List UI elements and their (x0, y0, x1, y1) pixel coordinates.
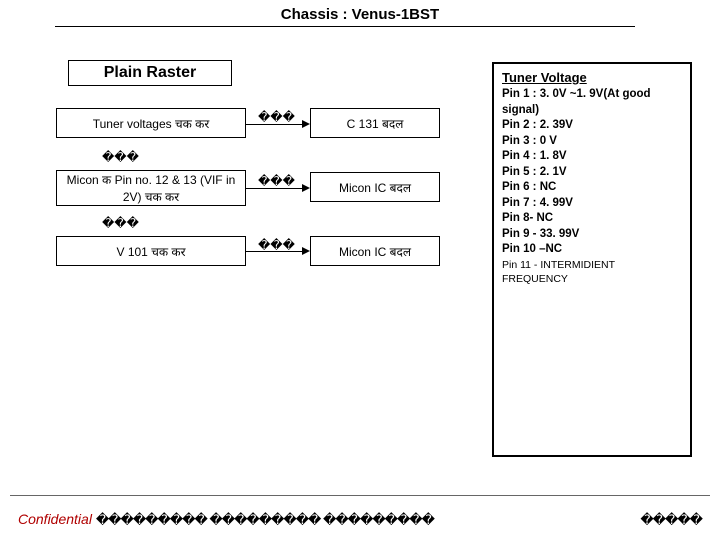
arrow-label-1: ��� (258, 110, 295, 124)
section-header: Plain Raster (68, 60, 232, 86)
connector-head-2 (302, 184, 310, 192)
confidential-label: Confidential (18, 511, 96, 527)
voltage-line: Pin 10 –NC (502, 242, 682, 258)
page-number-boxes: ����� (640, 512, 702, 528)
voltage-panel: Tuner Voltage Pin 1 : 3. 0V ~1. 9V(At go… (492, 62, 692, 457)
arrow-label-2: ��� (258, 174, 295, 188)
flow-right-2: Micon IC बदल (310, 172, 440, 202)
flow-right-3: Micon IC बदल (310, 236, 440, 266)
connector-2 (246, 188, 306, 189)
voltage-line: Pin 6 : NC (502, 180, 682, 196)
connector-head-1 (302, 120, 310, 128)
voltage-line: Pin 1 : 3. 0V ~1. 9V(At good signal) (502, 87, 682, 118)
voltage-line: Pin 8- NC (502, 211, 682, 227)
title-rule (55, 26, 635, 27)
down-label-1: ��� (102, 150, 139, 164)
voltage-line: Pin 3 : 0 V (502, 134, 682, 150)
page-title: Chassis : Venus-1BST (0, 6, 720, 23)
flow-left-3: V 101 चक कर (56, 236, 246, 266)
voltage-line-last: Pin 11 - INTERMIDIENT FREQUENCY (502, 258, 682, 286)
arrow-label-3: ��� (258, 238, 295, 252)
connector-1 (246, 124, 306, 125)
voltage-line: Pin 9 - 33. 99V (502, 227, 682, 243)
connector-3 (246, 251, 306, 252)
footer: Confidential ��������� ��������� �������… (18, 511, 702, 528)
voltage-line: Pin 2 : 2. 39V (502, 118, 682, 134)
connector-head-3 (302, 247, 310, 255)
voltage-line: Pin 4 : 1. 8V (502, 149, 682, 165)
confidential-boxes: ��������� ��������� ��������� (96, 512, 434, 527)
flow-left-2: Micon क Pin no. 12 & 13 (VIF in 2V) चक क… (56, 170, 246, 206)
voltage-line: Pin 7 : 4. 99V (502, 196, 682, 212)
flow-left-1: Tuner voltages चक कर (56, 108, 246, 138)
down-label-2: ��� (102, 216, 139, 230)
voltage-title: Tuner Voltage (502, 70, 682, 85)
footer-rule (10, 495, 710, 496)
voltage-line: Pin 5 : 2. 1V (502, 165, 682, 181)
flow-right-1: C 131 बदल (310, 108, 440, 138)
